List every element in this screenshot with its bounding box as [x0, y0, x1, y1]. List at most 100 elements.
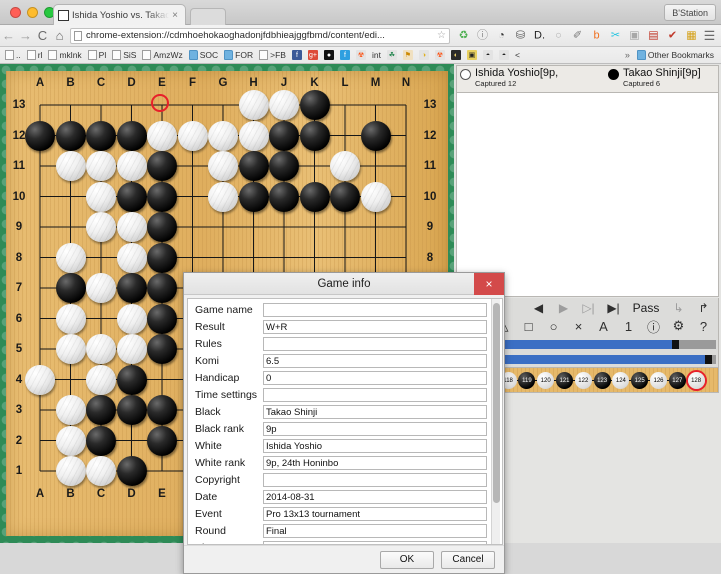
- bookmark-item[interactable]: mklnk: [45, 48, 84, 63]
- white-stone[interactable]: [86, 334, 116, 364]
- bookmark-item[interactable]: rl: [24, 48, 46, 63]
- move-marker[interactable]: 128: [688, 372, 705, 389]
- address-bar[interactable]: chrome-extension://cdmhoehokaoghadonjfdb…: [70, 28, 450, 44]
- black-stone[interactable]: [269, 151, 299, 181]
- black-stone[interactable]: [147, 212, 177, 242]
- white-stone[interactable]: [117, 243, 147, 273]
- bookmark-item[interactable]: AmzWz: [139, 48, 185, 63]
- field-input[interactable]: [263, 388, 487, 402]
- close-tab-icon[interactable]: ×: [169, 10, 181, 21]
- prev-move-button[interactable]: ◀: [526, 299, 551, 316]
- number-label-tool[interactable]: 1: [616, 317, 641, 336]
- black-stone[interactable]: [25, 121, 55, 151]
- bookmark-item[interactable]: ☘: [384, 48, 400, 63]
- white-stone[interactable]: [239, 90, 269, 120]
- browser-tab[interactable]: Ishida Yoshio vs. Takao Sh ×: [53, 4, 186, 25]
- letter-label-tool[interactable]: A: [591, 317, 616, 336]
- field-input[interactable]: Takao Shinji: [263, 405, 487, 419]
- black-stone[interactable]: [56, 273, 86, 303]
- circle-icon[interactable]: ○: [549, 26, 568, 45]
- branch-up-button[interactable]: ↱: [691, 299, 716, 316]
- black-stone[interactable]: [269, 182, 299, 212]
- bookmark-item[interactable]: ..: [2, 48, 24, 63]
- black-stone[interactable]: [117, 273, 147, 303]
- white-stone[interactable]: [86, 151, 116, 181]
- field-input[interactable]: [263, 303, 487, 317]
- b-icon[interactable]: b: [587, 26, 606, 45]
- dialog-scrollbar[interactable]: [491, 299, 500, 544]
- white-stone[interactable]: [208, 151, 238, 181]
- black-stone[interactable]: [86, 426, 116, 456]
- field-input[interactable]: [263, 337, 487, 351]
- window-controls[interactable]: [10, 7, 55, 18]
- field-input[interactable]: 9p: [263, 422, 487, 436]
- bookmark-item[interactable]: f: [289, 48, 305, 63]
- field-input[interactable]: Ishida Yoshio: [263, 439, 487, 453]
- bookmark-item[interactable]: ◑: [416, 48, 432, 63]
- field-input[interactable]: 2014-08-31: [263, 490, 487, 504]
- close-window-button[interactable]: [10, 7, 21, 18]
- settings-gear-button[interactable]: ⚙: [666, 317, 691, 336]
- field-input[interactable]: 9p, 24th Honinbo: [263, 456, 487, 470]
- circle-mark-tool[interactable]: ○: [541, 317, 566, 336]
- white-stone[interactable]: [56, 456, 86, 486]
- white-stone[interactable]: [56, 426, 86, 456]
- feather-icon[interactable]: ✐: [568, 26, 587, 45]
- bookmark-item[interactable]: SOC: [186, 48, 221, 63]
- black-stone[interactable]: [147, 243, 177, 273]
- move-marker[interactable]: 121: [556, 372, 573, 389]
- bookmark-item[interactable]: ☢: [432, 48, 448, 63]
- move-marker[interactable]: 127: [669, 372, 686, 389]
- profile-button[interactable]: B'Station: [664, 4, 716, 21]
- ok-button[interactable]: OK: [380, 551, 434, 569]
- white-stone[interactable]: [56, 395, 86, 425]
- dialog-close-button[interactable]: ×: [474, 273, 504, 295]
- forward-ten-button[interactable]: ▷|: [576, 299, 601, 316]
- bookmark-item[interactable]: ☢: [353, 48, 369, 63]
- other-bookmarks-folder[interactable]: Other Bookmarks: [634, 48, 717, 63]
- black-stone[interactable]: [147, 395, 177, 425]
- black-stone[interactable]: [147, 304, 177, 334]
- bookmark-item[interactable]: ⚑: [400, 48, 416, 63]
- dialog-scrollbar-thumb[interactable]: [493, 303, 500, 503]
- game-info-button[interactable]: ⓘ: [641, 317, 666, 336]
- black-stone[interactable]: [117, 182, 147, 212]
- black-stone[interactable]: [361, 121, 391, 151]
- white-stone[interactable]: [269, 90, 299, 120]
- black-stone[interactable]: [117, 121, 147, 151]
- bookmark-item[interactable]: ▣: [464, 48, 480, 63]
- bookmark-item[interactable]: Pl: [85, 48, 110, 63]
- white-stone[interactable]: [56, 151, 86, 181]
- white-stone[interactable]: [361, 182, 391, 212]
- white-stone[interactable]: [86, 182, 116, 212]
- share-icon[interactable]: ✂: [606, 26, 625, 45]
- black-stone[interactable]: [86, 121, 116, 151]
- black-stone[interactable]: [239, 151, 269, 181]
- white-stone[interactable]: [117, 304, 147, 334]
- bookmark-item[interactable]: ◐: [448, 48, 464, 63]
- d-icon[interactable]: D.: [530, 26, 549, 45]
- white-stone[interactable]: [178, 121, 208, 151]
- bookmark-item[interactable]: int: [369, 48, 384, 63]
- help-button[interactable]: ?: [691, 317, 716, 336]
- field-input[interactable]: Final: [263, 524, 487, 538]
- field-input[interactable]: 6.5: [263, 354, 487, 368]
- comment-area[interactable]: [456, 92, 719, 297]
- black-stone[interactable]: [300, 90, 330, 120]
- field-input[interactable]: Pro 13x13 tournament: [263, 507, 487, 521]
- black-stone[interactable]: [239, 182, 269, 212]
- black-stone[interactable]: [300, 121, 330, 151]
- pass-button[interactable]: Pass: [626, 299, 666, 316]
- move-marker[interactable]: 125: [631, 372, 648, 389]
- bookmark-item[interactable]: ●: [321, 48, 337, 63]
- white-stone[interactable]: [86, 273, 116, 303]
- bookmark-item[interactable]: >FB: [256, 48, 289, 63]
- bookmark-item[interactable]: ◓: [480, 48, 496, 63]
- move-marker[interactable]: 120: [537, 372, 554, 389]
- move-marker[interactable]: 122: [575, 372, 592, 389]
- white-stone[interactable]: [147, 121, 177, 151]
- white-stone[interactable]: [56, 304, 86, 334]
- black-stone[interactable]: [300, 182, 330, 212]
- variation-slider-knob[interactable]: [705, 355, 712, 364]
- field-input[interactable]: W+R: [263, 320, 487, 334]
